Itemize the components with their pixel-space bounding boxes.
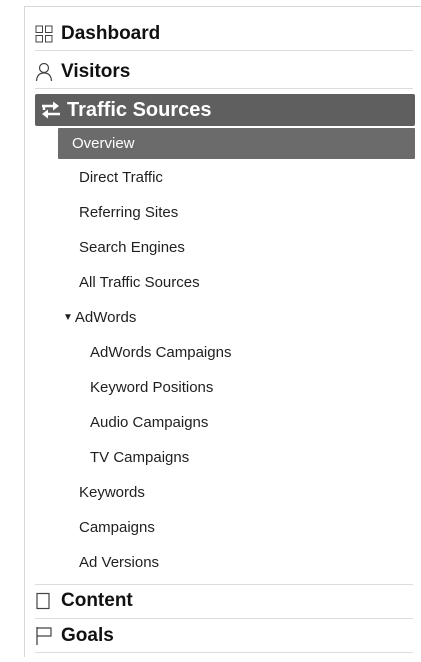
triangle-down-icon: ▼: [63, 312, 73, 323]
nav-item-keywords[interactable]: Keywords: [79, 484, 145, 501]
person-icon: [35, 61, 57, 83]
nav-item-search-engines[interactable]: Search Engines: [79, 239, 185, 256]
nav-section-visitors[interactable]: Visitors: [35, 58, 415, 86]
flag-icon: [35, 625, 57, 647]
nav-item-referring-sites[interactable]: Referring Sites: [79, 204, 178, 221]
nav-section-dashboard-label: Dashboard: [61, 23, 161, 44]
traffic-arrows-icon: [35, 100, 67, 120]
nav-item-adwords-campaigns[interactable]: AdWords Campaigns: [90, 344, 231, 361]
nav-item-overview-label: Overview: [72, 135, 135, 152]
nav-section-content[interactable]: Content: [35, 587, 415, 615]
nav-item-overview[interactable]: Overview: [58, 128, 415, 159]
nav-item-campaigns[interactable]: Campaigns: [79, 519, 155, 536]
separator: [35, 50, 413, 51]
nav-item-audio-campaigns[interactable]: Audio Campaigns: [90, 414, 208, 431]
nav-section-traffic-sources-label: Traffic Sources: [67, 98, 212, 121]
nav-item-tv-campaigns[interactable]: TV Campaigns: [90, 449, 189, 466]
nav-section-visitors-label: Visitors: [61, 61, 131, 82]
nav-item-direct-traffic[interactable]: Direct Traffic: [79, 169, 163, 186]
nav-section-goals-label: Goals: [61, 625, 114, 646]
separator: [35, 618, 413, 619]
nav-section-goals[interactable]: Goals: [35, 622, 415, 650]
nav-section-traffic-sources[interactable]: Traffic Sources: [35, 94, 415, 126]
nav-item-keyword-positions[interactable]: Keyword Positions: [90, 379, 213, 396]
separator: [35, 652, 413, 653]
grid-icon: [35, 23, 57, 45]
page-icon: [35, 590, 57, 612]
nav-section-dashboard[interactable]: Dashboard: [35, 20, 415, 48]
nav-item-adwords[interactable]: ▼ AdWords: [63, 309, 136, 326]
separator: [35, 88, 413, 89]
nav-item-adwords-label: AdWords: [74, 309, 137, 326]
nav-item-all-traffic-sources[interactable]: All Traffic Sources: [79, 274, 200, 291]
nav-item-ad-versions[interactable]: Ad Versions: [79, 554, 159, 571]
nav-section-content-label: Content: [61, 590, 133, 611]
separator: [35, 584, 413, 585]
